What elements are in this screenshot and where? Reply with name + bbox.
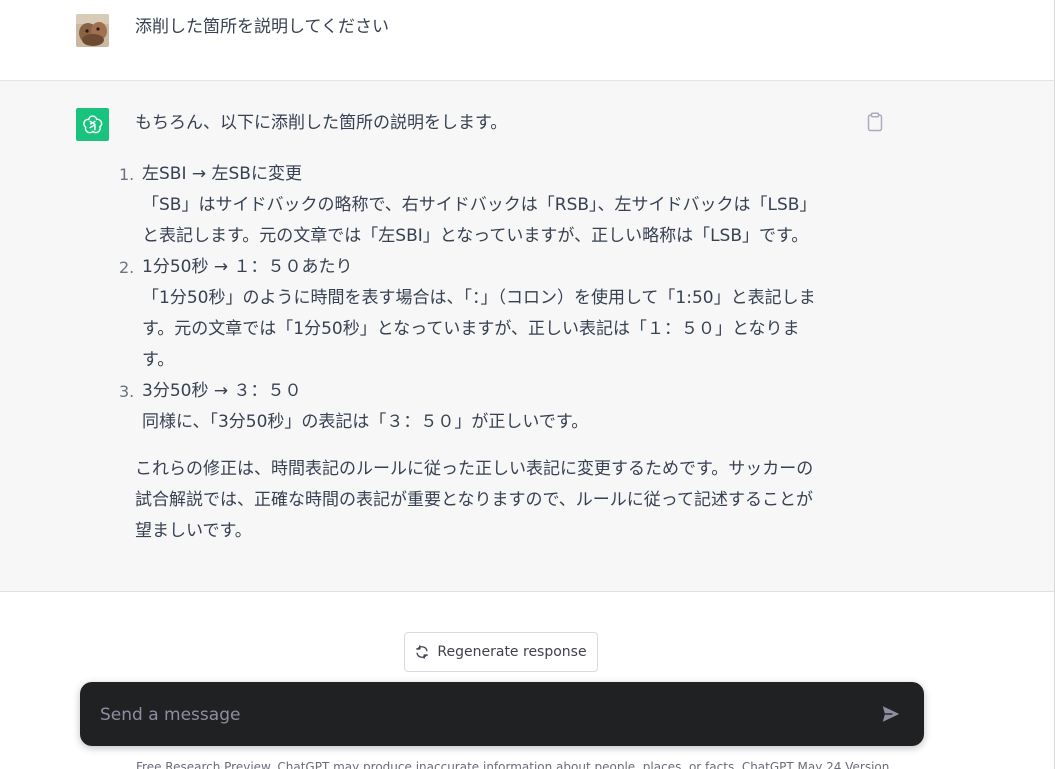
assistant-avatar xyxy=(76,108,109,141)
list-item-title: 1分50秒 → １：５０あたり xyxy=(142,257,353,277)
list-item-line: 同様に、「3分50秒」の表記は「３：５０」が正しいです。 xyxy=(142,412,589,432)
refresh-icon xyxy=(416,645,429,659)
list-item-body: 「SB」はサイドバックの略称で、右サイドバックは「RSB」、左サイドバックは「L… xyxy=(142,190,857,252)
list-item-line: す。 xyxy=(142,350,175,370)
footer-disclaimer: Free Research Preview. ChatGPT may produ… xyxy=(136,760,890,769)
list-item: 2. 1分50秒 → １：５０あたり 「1分50秒」のように時間を表す場合は、「… xyxy=(119,252,865,376)
list-item: 1. 左SBI → 左SBに変更 「SB」はサイドバックの略称で、右サイドバック… xyxy=(119,159,865,252)
assistant-message-content: もちろん、以下に添削した箇所の説明をします。 1. 左SBI → 左SBに変更 … xyxy=(119,109,865,547)
list-item-title: 左SBI → 左SBに変更 xyxy=(142,164,302,184)
message-input[interactable] xyxy=(98,698,862,732)
closing-line: 試合解説では、正確な時間の表記が重要となりますので、ルールに従って記述することが xyxy=(135,490,813,510)
list-item-line: す。元の文章では「1分50秒」となっていますが、正しい表記は「１：５０」となりま xyxy=(142,319,800,339)
user-avatar xyxy=(76,14,109,47)
copy-button[interactable] xyxy=(866,112,884,132)
list-item-number: 3. xyxy=(119,382,135,401)
assistant-message-row: もちろん、以下に添削した箇所の説明をします。 1. 左SBI → 左SBに変更 … xyxy=(0,81,1055,592)
user-avatar-photo-icon xyxy=(76,14,109,47)
composer xyxy=(80,682,924,746)
user-message-text: 添削した箇所を説明してください xyxy=(135,17,389,37)
closing-line: 望ましいです。 xyxy=(135,521,252,541)
clipboard-icon xyxy=(867,112,883,132)
assistant-closing: これらの修正は、時間表記のルールに従った正しい表記に変更するためです。サッカーの… xyxy=(135,454,865,547)
send-button[interactable] xyxy=(880,703,902,725)
correction-list: 1. 左SBI → 左SBに変更 「SB」はサイドバックの略称で、右サイドバック… xyxy=(119,159,865,438)
list-item-number: 2. xyxy=(119,258,135,277)
closing-line: これらの修正は、時間表記のルールに従った正しい表記に変更するためです。サッカーの xyxy=(135,459,814,479)
chat-page: 添削した箇所を説明してください もちろん、以下に添削した箇所の説明をします。 1… xyxy=(0,0,1055,769)
list-item-line: と表記します。元の文章では「左SBI」となっていますが、正しい略称は「LSB」で… xyxy=(142,226,809,246)
user-message-row: 添削した箇所を説明してください xyxy=(0,0,1055,81)
list-item-line: 「1分50秒」のように時間を表す場合は、「：」（コロン）を使用して「1:50」と… xyxy=(142,288,816,308)
list-item-number: 1. xyxy=(119,165,135,184)
list-item-body: 「1分50秒」のように時間を表す場合は、「：」（コロン）を使用して「1:50」と… xyxy=(142,283,857,376)
openai-logo-icon xyxy=(83,115,103,134)
regenerate-response-button[interactable]: Regenerate response xyxy=(404,632,598,672)
list-item: 3. 3分50秒 → ３：５０ 同様に、「3分50秒」の表記は「３：５０」が正し… xyxy=(119,376,865,438)
assistant-intro: もちろん、以下に添削した箇所の説明をします。 xyxy=(135,113,508,133)
regenerate-label: Regenerate response xyxy=(437,644,587,660)
list-item-body: 同様に、「3分50秒」の表記は「３：５０」が正しいです。 xyxy=(142,407,857,438)
list-item-line: 「SB」はサイドバックの略称で、右サイドバックは「RSB」、左サイドバックは「L… xyxy=(142,195,817,215)
send-arrow-icon xyxy=(882,706,900,722)
list-item-title: 3分50秒 → ３：５０ xyxy=(142,381,302,401)
